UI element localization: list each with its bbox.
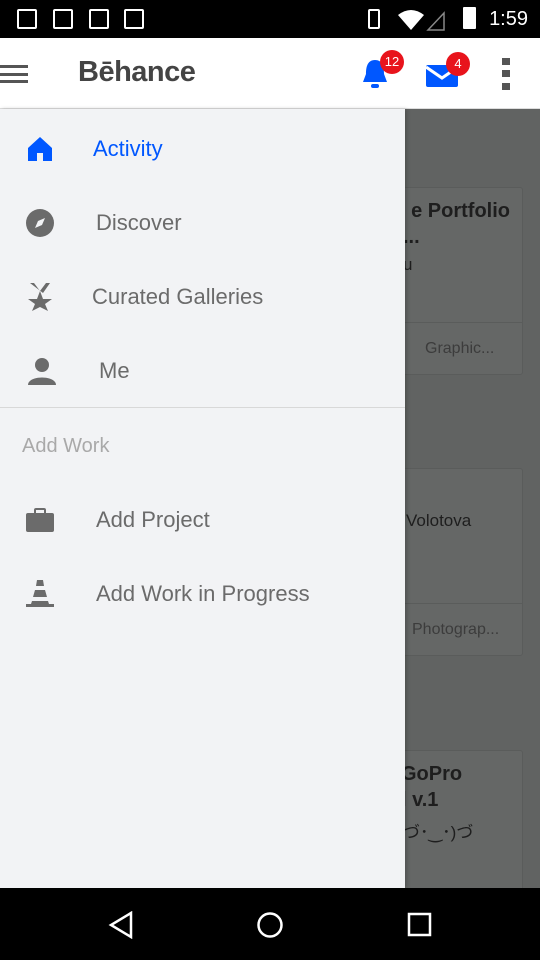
drawer-item-discover[interactable]: Discover xyxy=(0,185,405,259)
drawer-item-add-work-in-progress[interactable]: Add Work in Progress xyxy=(0,556,405,630)
drawer-item-label: Me xyxy=(99,358,130,383)
inbox-check-icon xyxy=(53,9,73,29)
card-title-cont: l v.1 xyxy=(401,789,439,811)
navigation-drawer: Activity Discover Curated Galleries Me A… xyxy=(0,109,405,888)
briefcase-icon xyxy=(26,508,54,532)
menu-icon[interactable] xyxy=(0,65,28,83)
play-store-icon xyxy=(124,9,144,29)
system-navigation-bar xyxy=(0,888,540,960)
drawer-item-label: Discover xyxy=(96,210,182,235)
person-icon xyxy=(28,358,56,385)
drawer-item-activity[interactable]: Activity xyxy=(0,111,405,185)
drawer-item-me[interactable]: Me xyxy=(0,333,405,407)
drawer-item-add-project[interactable]: Add Project xyxy=(0,482,405,556)
ribbon-star-icon xyxy=(28,283,52,311)
traffic-cone-icon xyxy=(26,580,54,607)
app-bar: Bēhance 12 4 xyxy=(0,38,540,109)
section-title-add-work: Add Work xyxy=(22,435,110,457)
drawer-item-label: Add Work in Progress xyxy=(96,581,310,606)
wifi-icon xyxy=(398,10,445,31)
clock: 1:59 xyxy=(489,8,528,30)
card-title-cont: ... xyxy=(403,226,420,248)
messages-badge: 4 xyxy=(446,52,470,76)
notifications-badge: 12 xyxy=(380,50,404,74)
card-author: Volotova xyxy=(406,511,472,530)
card-title: e Portfolio xyxy=(411,200,510,222)
drawer-divider xyxy=(0,407,405,408)
drawer-item-label: Add Project xyxy=(96,507,210,532)
vibrate-icon xyxy=(368,9,380,29)
drawer-item-label: Curated Galleries xyxy=(92,284,264,309)
drawer-item-curated-galleries[interactable]: Curated Galleries xyxy=(0,259,405,333)
recents-icon[interactable] xyxy=(407,912,433,938)
more-options-icon[interactable] xyxy=(502,58,510,90)
image-icon xyxy=(89,9,109,29)
compass-icon xyxy=(26,209,54,237)
gmail-icon xyxy=(17,9,37,29)
back-icon[interactable] xyxy=(108,911,134,939)
drawer-item-label: Activity xyxy=(93,136,163,161)
home-icon xyxy=(28,137,52,161)
behance-logo: Bēhance xyxy=(78,56,196,88)
card-title: GoPro xyxy=(401,763,463,785)
battery-icon xyxy=(463,7,476,29)
home-button-icon[interactable] xyxy=(256,911,284,939)
status-bar: 1:59 xyxy=(0,0,540,38)
card-author: づ･‿･)づ xyxy=(403,823,474,842)
